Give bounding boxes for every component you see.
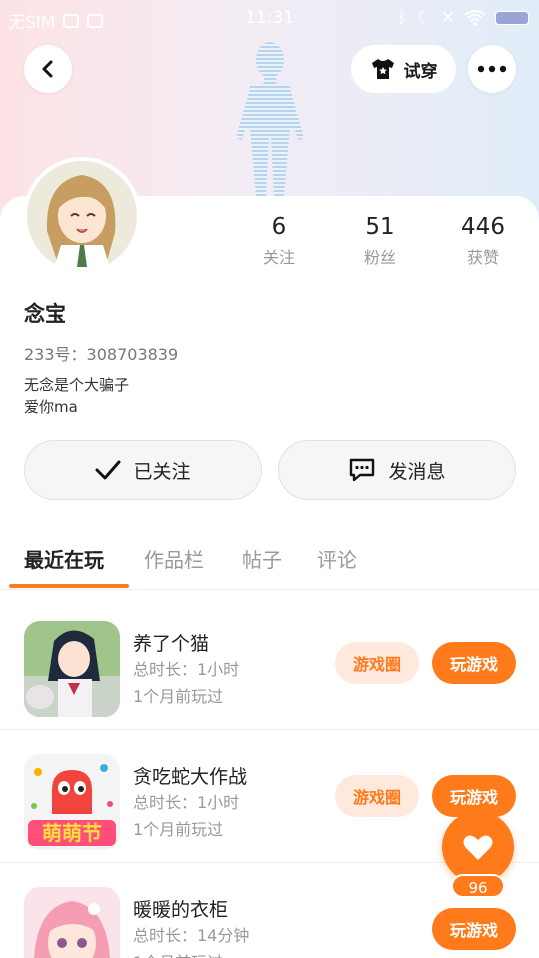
game-circle-button[interactable]: 游戏圈 [335, 775, 419, 817]
tab-recently-played[interactable]: 最近在玩 [24, 544, 104, 573]
game-title: 暖暖的衣柜 [133, 899, 229, 921]
bio-line: 爱你ma [24, 398, 78, 416]
like-fab-button[interactable] [442, 811, 514, 883]
shirt-icon [371, 59, 394, 79]
list-item[interactable]: 养了个猫 总时长：1小时 1个月前玩过 游戏圈 玩游戏 [0, 597, 539, 730]
game-last-played: 1个月前玩过 [133, 820, 224, 839]
like-count-badge: 96 [451, 874, 505, 898]
tab-posts[interactable]: 帖子 [242, 544, 282, 573]
stat-label: 关注 [262, 248, 295, 267]
avatar-figure-icon [236, 42, 304, 196]
game-duration: 总时长：1小时 [133, 660, 240, 679]
chat-bubble-icon [350, 458, 375, 482]
game-cover-icon [24, 621, 120, 717]
game-last-played: 1个月前玩过 [133, 949, 223, 958]
moon-icon: ☾ [416, 8, 432, 28]
bluetooth-icon: ᛒ [397, 8, 408, 28]
chevron-left-icon [42, 60, 53, 78]
battery-icon [495, 11, 529, 25]
tab-comments[interactable]: 评论 [317, 544, 357, 573]
user-id: 233号：308703839 [24, 345, 179, 364]
stat-label: 粉丝 [363, 248, 396, 267]
followed-label: 已关注 [133, 460, 191, 483]
stat-likes[interactable]: 446 获赞 [438, 214, 528, 268]
checkmark-icon [95, 460, 121, 480]
anime-girl-avatar-icon [27, 161, 137, 271]
game-duration: 总时长：14分钟 [133, 926, 250, 945]
tab-indicator [9, 584, 129, 588]
game-thumbnail [24, 621, 120, 717]
more-dots-icon [477, 65, 507, 73]
heart-icon [463, 835, 493, 860]
profile-tabs: 最近在玩 作品栏 帖子 评论 [0, 530, 539, 590]
wifi-icon [464, 10, 486, 26]
followed-button[interactable]: 已关注 [24, 440, 262, 500]
mute-icon: ✕ [440, 8, 455, 28]
more-button[interactable] [468, 45, 516, 93]
back-button[interactable] [24, 45, 72, 93]
send-message-label: 发消息 [388, 460, 446, 483]
stat-following[interactable]: 6 关注 [234, 214, 324, 268]
thumb-text: 萌萌节 [42, 821, 102, 845]
game-circle-button[interactable]: 游戏圈 [335, 642, 419, 684]
send-message-button[interactable]: 发消息 [278, 440, 516, 500]
game-thumbnail [24, 887, 120, 958]
try-on-label: 试穿 [403, 61, 438, 82]
avatar[interactable] [23, 157, 141, 275]
game-duration: 总时长：1小时 [133, 793, 240, 812]
game-title: 贪吃蛇大作战 [133, 766, 248, 788]
game-thumbnail: 萌萌节 [24, 754, 120, 850]
nickname: 念宝 [24, 302, 66, 326]
dressup-game-cover-icon [24, 887, 120, 958]
tab-works[interactable]: 作品栏 [144, 544, 204, 573]
stat-followers[interactable]: 51 粉丝 [335, 214, 425, 268]
game-last-played: 1个月前玩过 [133, 687, 224, 706]
play-game-button[interactable]: 玩游戏 [432, 908, 516, 950]
play-game-button[interactable]: 玩游戏 [432, 642, 516, 684]
snake-game-cover-icon: 萌萌节 [24, 754, 120, 850]
stat-value: 51 [365, 214, 395, 240]
bio-line: 无念是个大骗子 [24, 376, 130, 394]
stat-label: 获赞 [466, 248, 499, 267]
stat-value: 6 [271, 214, 287, 240]
game-title: 养了个猫 [133, 633, 210, 655]
stat-value: 446 [461, 214, 505, 240]
status-bar: 无SIM 11:31 ᛒ ☾ ✕ [0, 0, 539, 36]
try-on-button[interactable]: 试穿 [351, 45, 456, 93]
